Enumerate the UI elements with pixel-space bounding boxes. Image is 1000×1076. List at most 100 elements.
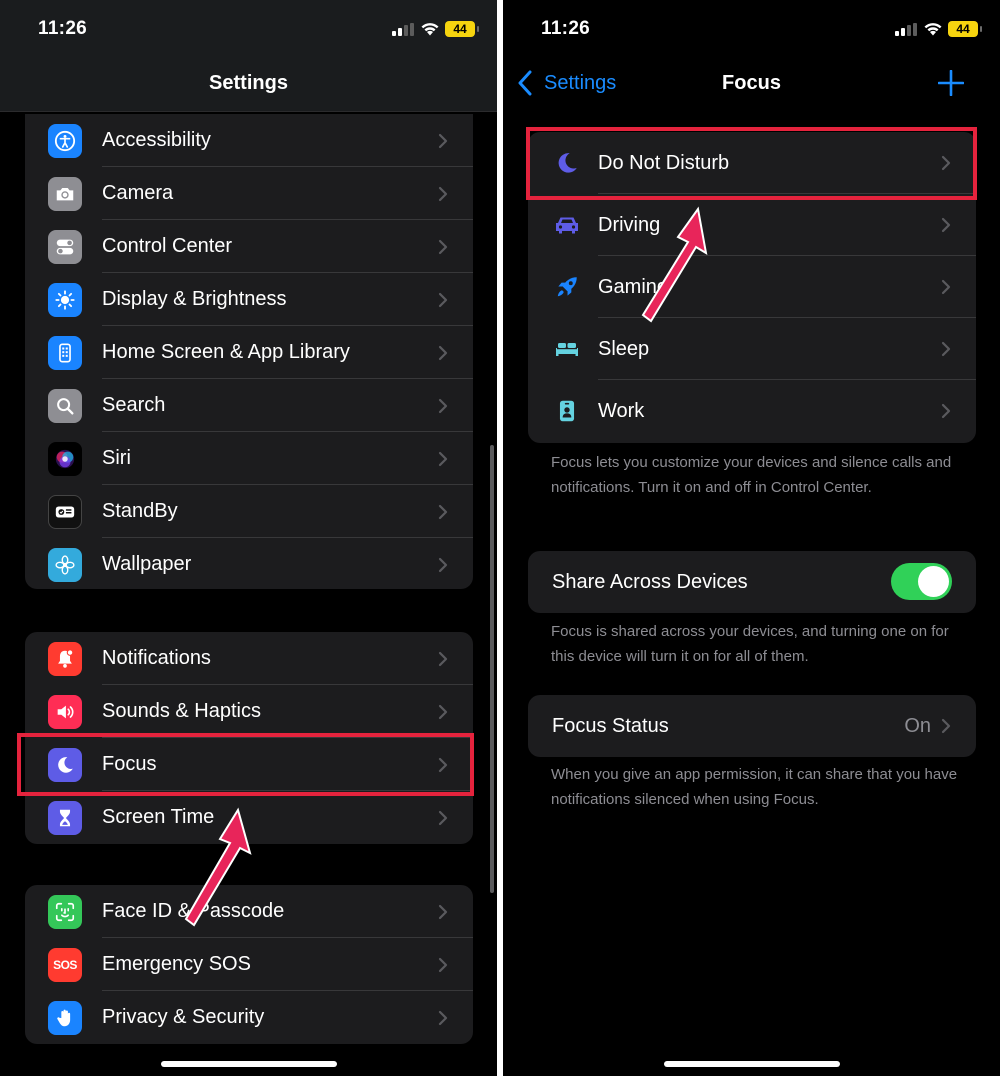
chevron-right-icon (438, 239, 448, 255)
chevron-right-icon (941, 403, 951, 419)
settings-row-standby[interactable]: StandBy (25, 485, 473, 538)
face-id-icon (48, 895, 82, 929)
row-label: Sounds & Haptics (102, 700, 261, 722)
focus-mode-gaming[interactable]: Gaming (528, 256, 976, 318)
cellular-signal-icon (392, 23, 414, 36)
focus-mode-driving[interactable]: Driving (528, 194, 976, 256)
row-label: Share Across Devices (552, 571, 748, 593)
chevron-right-icon (438, 810, 448, 826)
share-across-devices-row: Share Across Devices (528, 551, 976, 613)
toggles-icon (48, 230, 82, 264)
settings-row-home-screen[interactable]: Home Screen & App Library (25, 326, 473, 379)
focus-mode-work[interactable]: Work (528, 380, 976, 442)
cellular-signal-icon (895, 23, 917, 36)
do-not-disturb-highlight-box (526, 127, 977, 200)
flower-icon (48, 548, 82, 582)
settings-row-screen-time[interactable]: Screen Time (25, 791, 473, 844)
settings-row-camera[interactable]: Camera (25, 167, 473, 220)
page-title: Settings (209, 72, 288, 94)
home-indicator[interactable] (663, 1061, 840, 1067)
focus-status-footnote: When you give an app permission, it can … (551, 766, 958, 808)
row-label: Emergency SOS (102, 953, 251, 975)
settings-group-general: Accessibility Camera Control Center Disp… (25, 114, 473, 589)
settings-row-accessibility[interactable]: Accessibility (25, 114, 473, 167)
chevron-right-icon (438, 292, 448, 308)
car-icon (552, 210, 582, 240)
settings-row-sounds[interactable]: Sounds & Haptics (25, 685, 473, 738)
chevron-right-icon (438, 133, 448, 149)
chevron-right-icon (438, 957, 448, 973)
phone-grid-icon (48, 336, 82, 370)
settings-row-face-id[interactable]: Face ID & Passcode (25, 885, 473, 938)
row-label: Work (598, 400, 645, 422)
row-label: Camera (102, 182, 174, 204)
siri-icon (48, 442, 82, 476)
status-bar: 11:26 44 (503, 0, 1000, 60)
rocket-icon (552, 272, 582, 302)
add-focus-button[interactable] (938, 70, 964, 96)
camera-icon (48, 177, 82, 211)
row-label: Driving (598, 214, 661, 236)
settings-row-notifications[interactable]: Notifications (25, 632, 473, 685)
focus-modes-footnote: Focus lets you customize your devices an… (551, 454, 952, 496)
standby-icon (48, 495, 82, 529)
badge-icon (552, 396, 582, 426)
chevron-right-icon (438, 345, 448, 361)
row-label: StandBy (102, 500, 178, 522)
settings-screen: Settings 11:26 44 Accessibility Camera C… (0, 0, 497, 1076)
chevron-right-icon (438, 186, 448, 202)
bell-icon (48, 642, 82, 676)
share-across-devices-toggle[interactable] (891, 563, 952, 600)
focus-highlight-box (17, 733, 474, 796)
focus-screen: 11:26 44 Settings Focus Do Not Disturb D… (503, 0, 1000, 1076)
row-label: Siri (102, 447, 131, 469)
settings-row-control-center[interactable]: Control Center (25, 220, 473, 273)
sun-icon (48, 283, 82, 317)
status-bar: 11:26 44 (0, 0, 497, 60)
focus-mode-sleep[interactable]: Sleep (528, 318, 976, 380)
speaker-icon (48, 695, 82, 729)
hand-icon (48, 1001, 82, 1035)
share-footnote: Focus is shared across your devices, and… (551, 623, 949, 665)
battery-icon: 44 (948, 21, 982, 37)
settings-row-siri[interactable]: Siri (25, 432, 473, 485)
chevron-right-icon (941, 217, 951, 233)
settings-group-security: Face ID & Passcode SOS Emergency SOS Pri… (25, 885, 473, 1044)
chevron-right-icon (941, 279, 951, 295)
battery-icon: 44 (445, 21, 479, 37)
focus-status-value: On (904, 715, 931, 737)
wifi-icon (421, 23, 439, 36)
row-label: Screen Time (102, 806, 215, 828)
row-label: Focus Status (552, 715, 669, 737)
chevron-right-icon (941, 341, 951, 357)
chevron-right-icon (438, 557, 448, 573)
row-label: Accessibility (102, 129, 211, 151)
chevron-right-icon (438, 398, 448, 414)
chevron-right-icon (438, 504, 448, 520)
sos-icon: SOS (48, 948, 82, 982)
row-label: Display & Brightness (102, 288, 287, 310)
wifi-icon (924, 23, 942, 36)
chevron-right-icon (438, 904, 448, 920)
settings-row-privacy[interactable]: Privacy & Security (25, 991, 473, 1044)
row-label: Wallpaper (102, 553, 192, 575)
settings-row-display-brightness[interactable]: Display & Brightness (25, 273, 473, 326)
focus-status-row[interactable]: Focus Status On (528, 695, 976, 757)
status-time: 11:26 (38, 18, 88, 39)
row-label: Notifications (102, 647, 211, 669)
settings-row-wallpaper[interactable]: Wallpaper (25, 538, 473, 589)
home-indicator[interactable] (160, 1061, 337, 1067)
scrollbar[interactable] (490, 445, 494, 893)
row-label: Search (102, 394, 166, 416)
hourglass-icon (48, 801, 82, 835)
chevron-right-icon (438, 451, 448, 467)
status-time: 11:26 (541, 18, 591, 39)
settings-row-search[interactable]: Search (25, 379, 473, 432)
settings-row-emergency-sos[interactable]: SOS Emergency SOS (25, 938, 473, 991)
chevron-right-icon (941, 718, 951, 734)
chevron-right-icon (438, 704, 448, 720)
chevron-right-icon (438, 1010, 448, 1026)
chevron-right-icon (438, 651, 448, 667)
share-across-devices-group: Share Across Devices (528, 551, 976, 613)
magnifier-icon (48, 389, 82, 423)
